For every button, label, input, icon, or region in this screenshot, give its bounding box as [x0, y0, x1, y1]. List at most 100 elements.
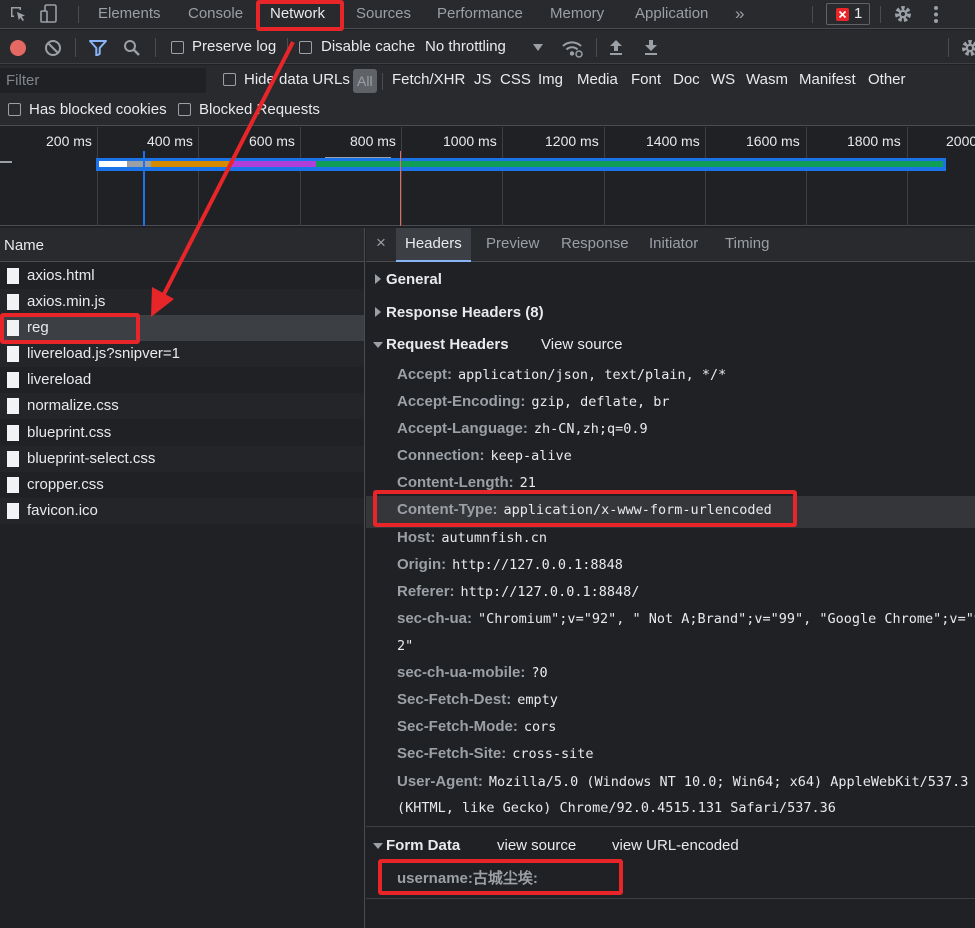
filter-input[interactable]: Filter [0, 68, 206, 93]
type-filter-doc[interactable]: Doc [673, 71, 700, 88]
request-row[interactable]: livereload [0, 367, 364, 393]
filter-bar: Filter Hide data URLs All Fetch/XHR JS C… [0, 65, 975, 126]
error-icon [836, 8, 849, 21]
request-row[interactable]: axios.min.js [0, 289, 364, 315]
device-toggle-icon[interactable] [40, 4, 62, 24]
header-name: sec-ch-ua-mobile: [397, 664, 526, 681]
section-response-headers[interactable]: Response Headers (8) [386, 304, 544, 321]
throttling-select[interactable]: No throttling [425, 38, 506, 55]
type-filter-ws[interactable]: WS [711, 71, 735, 88]
timeline-tick: 200 ms [46, 133, 92, 149]
header-row: Sec-Fetch-Mode: cors [397, 718, 556, 735]
network-overview-timeline[interactable]: 200 ms 400 ms 600 ms 800 ms 1000 ms 1200… [0, 127, 975, 226]
triangle-down-icon[interactable] [373, 843, 383, 849]
type-filter-js[interactable]: JS [474, 71, 492, 88]
tab-headers[interactable]: Headers [396, 228, 471, 262]
inspect-icon[interactable] [9, 5, 27, 23]
header-value: http://127.0.0.1:8848/ [460, 584, 640, 600]
error-counter[interactable]: 1 [826, 3, 870, 25]
timeline-tick: 1400 ms [646, 133, 700, 149]
form-view-url-encoded-link[interactable]: view URL-encoded [612, 837, 739, 854]
filter-placeholder: Filter [6, 72, 40, 89]
triangle-right-icon[interactable] [375, 274, 381, 284]
section-request-headers[interactable]: Request Headers [386, 336, 509, 353]
header-name: Origin: [397, 556, 447, 573]
type-filter-media[interactable]: Media [577, 71, 618, 88]
network-conditions-icon[interactable] [561, 38, 583, 58]
request-row[interactable]: blueprint-select.css [0, 446, 364, 472]
form-view-source-link[interactable]: view source [497, 837, 576, 854]
name-column-header[interactable]: Name [4, 237, 44, 254]
timeline-marker [0, 161, 12, 163]
type-filter-other[interactable]: Other [868, 71, 906, 88]
timeline-bar-script [151, 161, 231, 167]
more-tabs-button[interactable]: » [735, 0, 744, 29]
network-settings-icon[interactable] [960, 38, 975, 58]
header-value-continued: 2" [397, 638, 414, 654]
section-general[interactable]: General [386, 271, 442, 288]
request-name: blueprint.css [27, 424, 112, 441]
search-icon[interactable] [123, 39, 141, 57]
header-name: Accept-Encoding: [397, 393, 526, 410]
header-row: Origin: http://127.0.0.1:8848 [397, 556, 623, 573]
file-icon [7, 451, 19, 467]
type-filter-fetch[interactable]: Fetch/XHR [392, 71, 465, 88]
timeline-bar-waiting [127, 161, 151, 167]
tab-console[interactable]: Console [188, 0, 243, 29]
timeline-tick: 2000 [946, 133, 975, 149]
request-row[interactable]: cropper.css [0, 472, 364, 498]
header-row: Sec-Fetch-Site: cross-site [397, 745, 593, 762]
section-form-data[interactable]: Form Data [386, 837, 460, 854]
header-value: zh-CN,zh;q=0.9 [533, 421, 648, 437]
gear-icon[interactable] [893, 4, 913, 24]
request-name: cropper.css [27, 476, 104, 493]
kebab-icon[interactable] [931, 5, 941, 24]
network-toolbar: Preserve log Disable cache No throttling [0, 30, 975, 64]
header-name: Sec-Fetch-Mode: [397, 718, 518, 735]
header-name: sec-ch-ua: [397, 610, 473, 627]
tab-preview[interactable]: Preview [486, 228, 539, 262]
request-row[interactable]: livereload.js?snipver=1 [0, 341, 364, 367]
record-icon[interactable] [10, 40, 26, 56]
type-filter-img[interactable]: Img [538, 71, 563, 88]
preserve-log-checkbox[interactable] [171, 41, 184, 54]
request-row[interactable]: axios.html [0, 263, 364, 289]
header-name: Sec-Fetch-Dest: [397, 691, 512, 708]
clear-icon[interactable] [44, 39, 62, 57]
request-row[interactable]: blueprint.css [0, 420, 364, 446]
tab-memory[interactable]: Memory [550, 0, 604, 29]
request-row[interactable]: favicon.ico [0, 498, 364, 524]
upload-icon[interactable] [608, 39, 624, 56]
annotation-box-reg-row [0, 313, 140, 344]
hide-data-urls-label: Hide data URLs [244, 71, 350, 88]
load-event-line [400, 151, 401, 226]
type-filter-font[interactable]: Font [631, 71, 661, 88]
close-icon[interactable]: × [376, 233, 386, 253]
blocked-requests-checkbox[interactable] [178, 103, 191, 116]
download-icon[interactable] [643, 39, 659, 56]
tab-elements[interactable]: Elements [98, 0, 161, 29]
request-row[interactable]: normalize.css [0, 393, 364, 419]
header-row: sec-ch-ua: "Chromium";v="92", " Not A;Bra… [397, 610, 975, 627]
triangle-right-icon[interactable] [375, 307, 381, 317]
hide-data-urls-checkbox[interactable] [223, 73, 236, 86]
triangle-down-icon[interactable] [373, 342, 383, 348]
header-row: Accept: application/json, text/plain, */* [397, 366, 726, 383]
type-filter-manifest[interactable]: Manifest [799, 71, 856, 88]
tab-response[interactable]: Response [561, 228, 629, 262]
tab-initiator[interactable]: Initiator [649, 228, 698, 262]
tab-timing[interactable]: Timing [725, 228, 769, 262]
type-filter-all[interactable]: All [353, 69, 377, 93]
view-source-link[interactable]: View source [541, 336, 622, 353]
type-filter-wasm[interactable]: Wasm [746, 71, 788, 88]
tab-performance[interactable]: Performance [437, 0, 523, 29]
tab-sources[interactable]: Sources [356, 0, 411, 29]
tab-application[interactable]: Application [635, 0, 708, 29]
chevron-down-icon[interactable] [533, 44, 543, 51]
has-blocked-cookies-checkbox[interactable] [8, 103, 21, 116]
type-filter-css[interactable]: CSS [500, 71, 531, 88]
filter-icon[interactable] [89, 40, 107, 56]
details-tab-bar: × Headers Preview Response Initiator Tim… [366, 228, 975, 262]
header-value: cross-site [512, 746, 594, 762]
disable-cache-checkbox[interactable] [299, 41, 312, 54]
